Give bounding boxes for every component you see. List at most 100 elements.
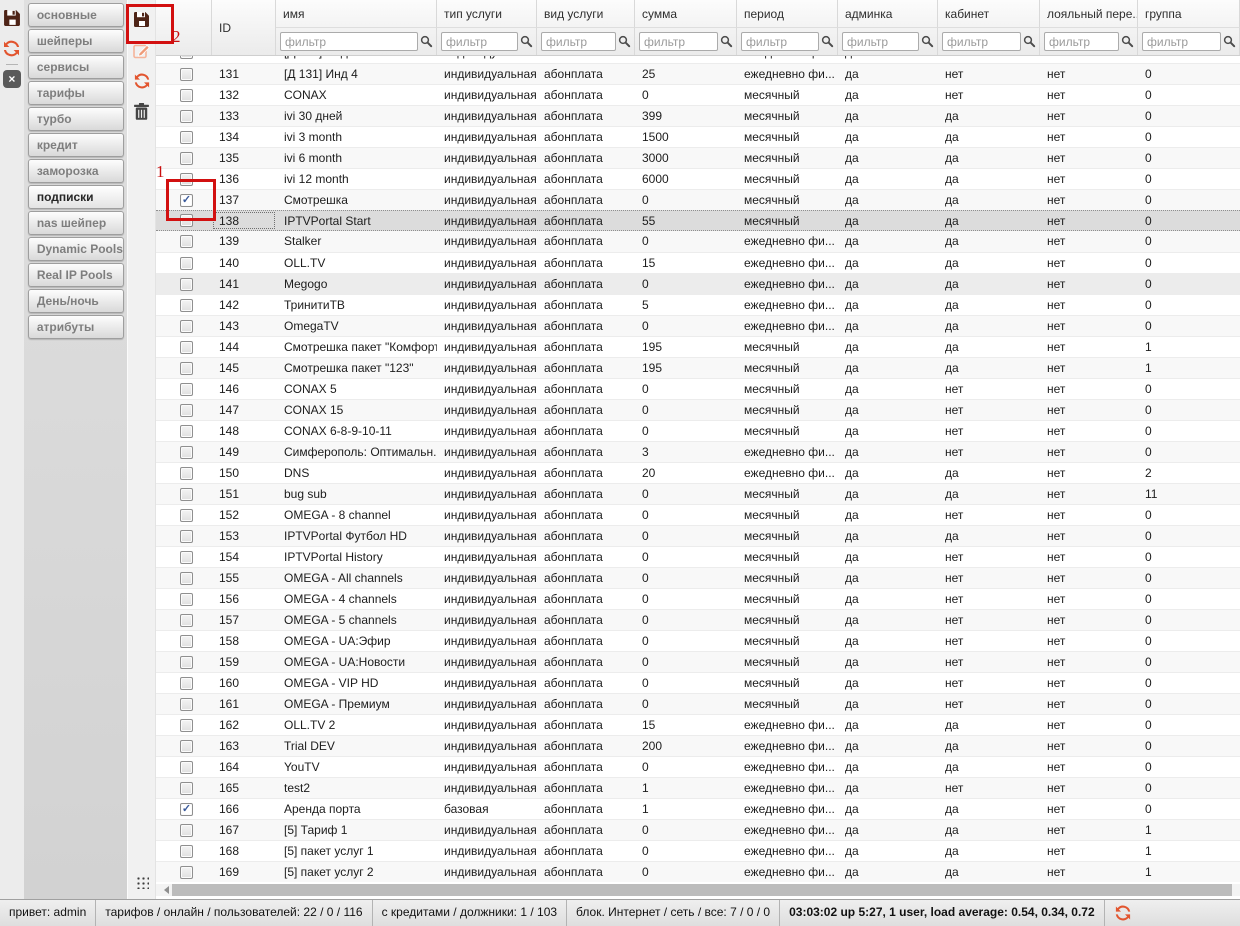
table-row-150[interactable]: 150DNSиндивидуальнаяабонплата20ежедневно… [156,462,1240,483]
row-checkbox[interactable] [180,56,193,59]
table-row-164[interactable]: 164YouTVиндивидуальнаяабонплата0ежедневн… [156,756,1240,777]
row-checkbox[interactable] [180,677,193,690]
column-header-type[interactable]: тип услуги [437,0,537,28]
column-header-admin[interactable]: админка [838,0,938,28]
refresh-icon[interactable] [132,71,152,91]
sidebar-item-nas-шейпер[interactable]: nas шейпер [28,211,124,235]
sidebar-item-сервисы[interactable]: сервисы [28,55,124,79]
row-checkbox[interactable] [180,152,193,165]
search-icon[interactable] [1221,35,1237,49]
table-row-134[interactable]: 134ivi 3 monthиндивидуальнаяабонплата150… [156,126,1240,147]
refresh-icon[interactable] [2,38,22,58]
row-checkbox[interactable] [180,698,193,711]
row-checkbox[interactable] [180,131,193,144]
sidebar-item-тарифы[interactable]: тарифы [28,81,124,105]
row-checkbox[interactable] [180,362,193,375]
table-row-158[interactable]: 158OMEGA - UA:Эфириндивидуальнаяабонплат… [156,630,1240,651]
row-checkbox[interactable] [180,425,193,438]
sidebar-item-атрибуты[interactable]: атрибуты [28,315,124,339]
search-icon[interactable] [616,35,632,49]
row-checkbox[interactable] [180,341,193,354]
search-icon[interactable] [819,35,835,49]
sidebar-item-dynamic-pools[interactable]: Dynamic Pools [28,237,124,261]
row-checkbox[interactable] [180,530,193,543]
search-icon[interactable] [1021,35,1037,49]
table-row-146[interactable]: 146CONAX 5индивидуальнаяабонплата0месячн… [156,378,1240,399]
column-header-id[interactable]: ID [212,0,276,55]
sidebar-item-день-ночь[interactable]: День/ночь [28,289,124,313]
filter-input-loyal[interactable] [1044,32,1119,51]
filter-input-kind[interactable] [541,32,616,51]
row-checkbox[interactable] [180,782,193,795]
delete-icon[interactable] [132,101,152,121]
table-row-145[interactable]: 145Смотрешка пакет "123"индивидуальнаяаб… [156,357,1240,378]
table-row-163[interactable]: 163Trial DEVиндивидуальнаяабонплата200еж… [156,735,1240,756]
table-row-131[interactable]: 131[Д 131] Инд 4индивидуальнаяабонплата2… [156,63,1240,84]
table-row-151[interactable]: 151bug subиндивидуальнаяабонплата0месячн… [156,483,1240,504]
row-checkbox[interactable] [180,214,193,227]
table-row-161[interactable]: 161OMEGA - Премиуминдивидуальнаяабонплат… [156,693,1240,714]
row-checkbox[interactable] [180,719,193,732]
row-checkbox[interactable] [180,656,193,669]
sidebar-item-заморозка[interactable]: заморозка [28,159,124,183]
table-row-155[interactable]: 155OMEGA - All channelsиндивидуальнаяабо… [156,567,1240,588]
column-header-cabinet[interactable]: кабинет [938,0,1040,28]
row-checkbox[interactable] [180,824,193,837]
table-row-159[interactable]: 159OMEGA - UA:Новостииндивидуальнаяабонп… [156,651,1240,672]
sidebar-item-кредит[interactable]: кредит [28,133,124,157]
save-icon[interactable] [2,8,22,28]
row-checkbox[interactable] [180,110,193,123]
table-row-135[interactable]: 135ivi 6 monthиндивидуальнаяабонплата300… [156,147,1240,168]
table-row-162[interactable]: 162OLL.TV 2индивидуальнаяабонплата15ежед… [156,714,1240,735]
table-row-165[interactable]: 165test2индивидуальнаяабонплата1ежедневн… [156,777,1240,798]
table-row-153[interactable]: 153IPTVPortal Футбол HDиндивидуальнаяабо… [156,525,1240,546]
column-header-name[interactable]: имя [276,0,437,28]
table-row-139[interactable]: 139Stalkerиндивидуальнаяабонплата0ежедне… [156,231,1240,252]
row-checkbox[interactable] [180,173,193,186]
row-checkbox[interactable] [180,551,193,564]
filter-input-sum[interactable] [639,32,718,51]
scrollbar-thumb[interactable] [172,884,1232,896]
table-row-141[interactable]: 141Megogoиндивидуальнаяабонплата0ежеднев… [156,273,1240,294]
filter-input-cabinet[interactable] [942,32,1021,51]
search-icon[interactable] [1119,35,1135,49]
row-checkbox[interactable] [180,320,193,333]
filter-input-group[interactable] [1142,32,1221,51]
table-row-133[interactable]: 133ivi 30 днейиндивидуальнаяабонплата399… [156,105,1240,126]
table-row-156[interactable]: 156OMEGA - 4 channelsиндивидуальнаяабонп… [156,588,1240,609]
resize-grip-icon[interactable] [136,876,149,889]
table-row-142[interactable]: 142ТринитиТВиндивидуальнаяабонплата5ежед… [156,294,1240,315]
filter-input-name[interactable] [280,32,418,51]
table-row-157[interactable]: 157OMEGA - 5 channelsиндивидуальнаяабонп… [156,609,1240,630]
column-header-group[interactable]: группа [1138,0,1240,28]
sidebar-item-турбо[interactable]: турбо [28,107,124,131]
table-row-138[interactable]: 138IPTVPortal Startиндивидуальнаяабонпла… [156,210,1240,231]
row-checkbox[interactable] [180,740,193,753]
status-refresh-icon[interactable] [1114,904,1132,922]
row-checkbox[interactable] [180,299,193,312]
sidebar-item-real-ip-pools[interactable]: Real IP Pools [28,263,124,287]
column-header-period[interactable]: период [737,0,838,28]
table-row-143[interactable]: 143OmegaTVиндивидуальнаяабонплата0ежедне… [156,315,1240,336]
row-checkbox[interactable] [180,467,193,480]
table-row-132[interactable]: 132CONAXиндивидуальнаяабонплата0месячный… [156,84,1240,105]
table-row-169[interactable]: 169[5] пакет услуг 2индивидуальнаяабонпл… [156,861,1240,882]
sidebar-item-шейперы[interactable]: шейперы [28,29,124,53]
table-row-136[interactable]: 136ivi 12 monthиндивидуальнаяабонплата60… [156,168,1240,189]
row-checkbox[interactable] [180,278,193,291]
filter-input-period[interactable] [741,32,819,51]
row-checkbox[interactable] [180,446,193,459]
table-row-137[interactable]: ✓137Смотрешкаиндивидуальнаяабонплата0мес… [156,189,1240,210]
row-checkbox[interactable] [180,614,193,627]
table-row-160[interactable]: 160OMEGA - VIP HDиндивидуальнаяабонплата… [156,672,1240,693]
row-checkbox[interactable] [180,257,193,270]
table-row-166[interactable]: ✓166Аренда портабазоваяабонплата1ежеднев… [156,798,1240,819]
sidebar-item-основные[interactable]: основные [28,3,124,27]
row-checkbox[interactable] [180,635,193,648]
row-checkbox[interactable] [180,593,193,606]
filter-input-admin[interactable] [842,32,919,51]
table-row-167[interactable]: 167[5] Тариф 1индивидуальнаяабонплата0еж… [156,819,1240,840]
table-row-147[interactable]: 147CONAX 15индивидуальнаяабонплата0месяч… [156,399,1240,420]
sidebar-item-подписки[interactable]: подписки [28,185,124,209]
filter-input-type[interactable] [441,32,518,51]
